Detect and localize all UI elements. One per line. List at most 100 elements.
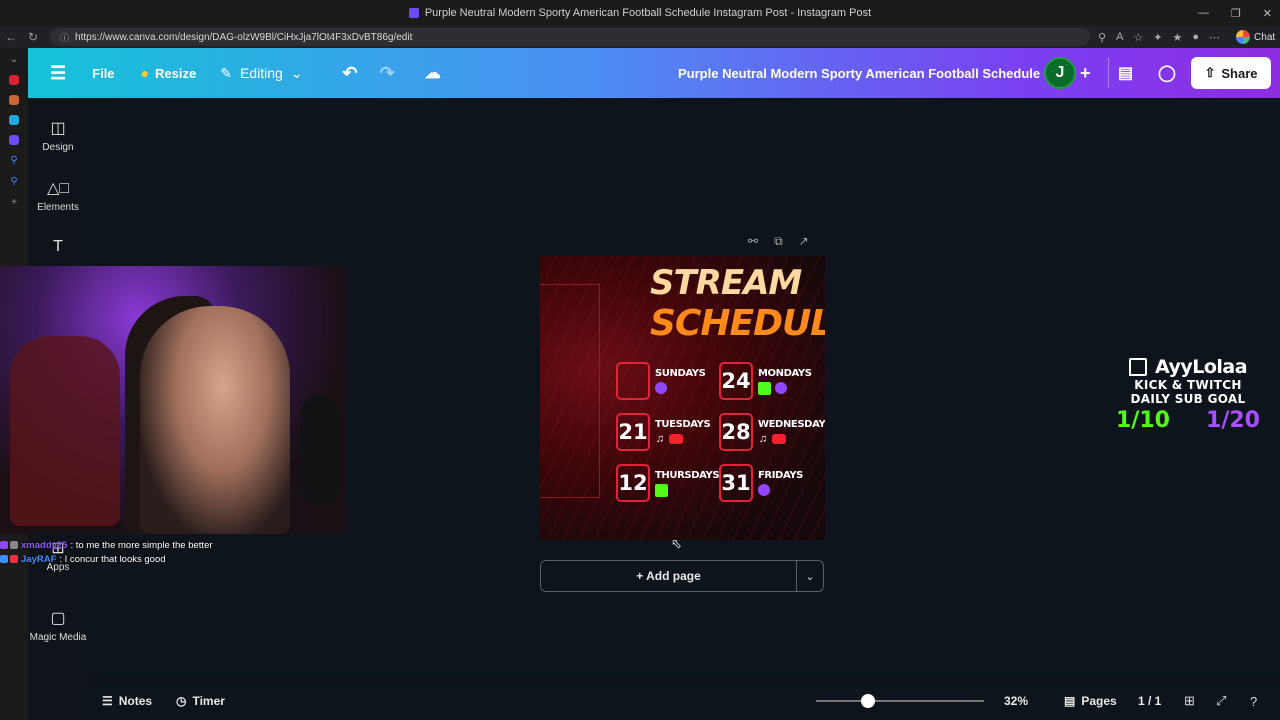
sub-goal-line: DAILY SUB GOAL	[1130, 392, 1246, 406]
edge-tab-icon[interactable]	[9, 115, 19, 125]
window-title: Purple Neutral Modern Sporty American Fo…	[424, 7, 872, 19]
tiktok-icon: ♫	[655, 433, 665, 445]
back-icon[interactable]: ←	[0, 30, 22, 44]
chat-message: JayRAF: I concur that looks good	[0, 552, 340, 566]
chevron-down-icon: ⌄	[290, 64, 303, 81]
design-page[interactable]: STREAM SCHEDULE SUNDAYS 24 MONDAYS 21 TU…	[540, 256, 825, 540]
favorite-star-icon[interactable]: ☆	[1133, 31, 1143, 44]
editing-label: Editing	[239, 65, 283, 81]
twitch-sub-count: 1/20	[1206, 408, 1260, 433]
schedule-day-thursday[interactable]: 12 THURSDAYS	[616, 464, 720, 502]
menu-icon[interactable]: ☰	[50, 63, 66, 84]
profile-icon[interactable]: ●	[1192, 31, 1199, 43]
schedule-day-friday[interactable]: 31 FRIDAYS	[719, 464, 803, 502]
sidebar-item-elements[interactable]: △□ Elements	[28, 178, 88, 213]
notes-icon: ☰	[102, 694, 113, 708]
sidebar-item-label: Magic Media	[29, 632, 87, 643]
search-tab-icon[interactable]: ⚲	[10, 155, 17, 166]
more-icon[interactable]: ⋯	[1209, 31, 1220, 44]
resize-button[interactable]: ● Resize	[141, 65, 197, 81]
cloud-saved-icon[interactable]: ☁	[425, 63, 441, 83]
pages-label: Pages	[1081, 694, 1117, 708]
sidebar-item-label: Design	[42, 142, 74, 153]
zoom-slider-handle[interactable]	[861, 694, 876, 708]
notes-button[interactable]: ☰ Notes	[102, 694, 152, 708]
title-stream[interactable]: STREAM	[650, 266, 802, 300]
day-name: SUNDAYS	[655, 368, 706, 379]
undo-button[interactable]: ↶	[343, 63, 358, 84]
duplicate-page-icon[interactable]: ⧉	[774, 234, 783, 249]
image-frame[interactable]	[540, 284, 600, 498]
divider	[1108, 58, 1109, 88]
chat-username: xmaddy25	[21, 539, 68, 551]
date-box: 28	[719, 413, 753, 451]
favorites-icon[interactable]: ★	[1173, 31, 1183, 44]
canva-top-bar: ☰ File ● Resize ✎ Editing ⌄ ↶ ↷ ☁ Purple…	[28, 48, 1280, 98]
timer-button[interactable]: ◷ Timer	[176, 694, 225, 708]
add-collaborator-button[interactable]: +	[1080, 63, 1091, 84]
badge-icon	[0, 555, 8, 563]
sidebar-item-text[interactable]: T	[28, 238, 88, 256]
youtube-tab-icon[interactable]	[9, 75, 19, 85]
page-count: 1 / 1	[1138, 694, 1162, 708]
add-page-icon[interactable]: ↗	[799, 234, 809, 249]
magic-media-icon: ▢	[50, 610, 66, 627]
file-menu-button[interactable]: File	[92, 66, 114, 81]
chevron-down-icon[interactable]: ⌄	[10, 54, 18, 65]
date-box: 12	[616, 464, 650, 502]
pencil-icon: ✎	[220, 64, 232, 81]
stream-chat-overlay: xmaddy25: to me the more simple the bett…	[0, 538, 340, 566]
address-bar: ← ↻ ⓘ https://www.canva.com/design/DAG-o…	[0, 26, 1280, 48]
pages-button[interactable]: ▤ Pages	[1064, 694, 1117, 708]
site-info-icon[interactable]: ⓘ	[60, 31, 69, 44]
date-box: 21	[616, 413, 650, 451]
chair-shape	[10, 336, 120, 526]
schedule-day-tuesday[interactable]: 21 TUESDAYS ♫	[616, 413, 711, 451]
avatar[interactable]: J	[1044, 57, 1076, 89]
reload-icon[interactable]: ↻	[22, 30, 44, 44]
canva-tab-icon[interactable]	[9, 135, 19, 145]
sidebar-item-label: Elements	[37, 202, 79, 213]
zoom-level[interactable]: 32%	[1004, 694, 1028, 708]
close-icon[interactable]: ✕	[1263, 7, 1272, 20]
add-tab-icon[interactable]: +	[11, 197, 17, 208]
fullscreen-icon[interactable]: ⤢	[1216, 693, 1226, 709]
extensions-icon[interactable]: ✦	[1153, 31, 1162, 44]
read-aloud-icon[interactable]: A	[1116, 31, 1123, 43]
twitch-icon	[758, 484, 770, 496]
document-title[interactable]: Purple Neutral Modern Sporty American Fo…	[678, 66, 1055, 81]
editing-mode-dropdown[interactable]: ✎ Editing ⌄	[220, 65, 302, 82]
comment-icon[interactable]: ◯	[1158, 63, 1176, 83]
window-controls: — ❐ ✕	[1198, 0, 1272, 26]
search-tab-icon[interactable]: ⚲	[10, 176, 17, 187]
insights-icon[interactable]: ▤	[1118, 63, 1133, 83]
microphone-icon	[300, 396, 340, 506]
streamer-shape	[140, 306, 290, 534]
zoom-slider[interactable]	[816, 694, 984, 708]
chevron-down-icon[interactable]: ⌄	[797, 570, 823, 583]
chat-text: : I concur that looks good	[59, 553, 166, 565]
sidebar-item-design[interactable]: ◫ Design	[28, 118, 88, 153]
redo-button[interactable]: ↷	[380, 63, 395, 84]
schedule-day-sunday[interactable]: SUNDAYS	[616, 362, 706, 400]
twitch-icon	[775, 382, 787, 394]
sidebar-item-magic-media[interactable]: ▢ Magic Media	[28, 608, 88, 643]
help-icon[interactable]: ?	[1250, 694, 1257, 709]
copilot-chat-button[interactable]: Chat	[1236, 30, 1275, 44]
restore-icon[interactable]: ❐	[1231, 7, 1241, 20]
tab-icon[interactable]	[9, 95, 19, 105]
title-schedule[interactable]: SCHEDULE	[650, 306, 825, 342]
lock-icon[interactable]: ⚯	[748, 234, 758, 249]
schedule-day-monday[interactable]: 24 MONDAYS	[719, 362, 812, 400]
share-button[interactable]: ⇧ Share	[1191, 57, 1271, 89]
minimize-icon[interactable]: —	[1198, 7, 1209, 19]
add-page-button[interactable]: + Add page	[541, 569, 796, 583]
kick-icon	[758, 381, 771, 395]
url-text: https://www.canva.com/design/DAG-olzW9Bl…	[75, 31, 413, 43]
grid-view-icon[interactable]: ⊞	[1184, 693, 1195, 709]
zoom-icon[interactable]: ⚲	[1098, 31, 1106, 44]
canva-favicon-icon	[408, 8, 419, 18]
chat-message: xmaddy25: to me the more simple the bett…	[0, 538, 340, 552]
schedule-day-wednesday[interactable]: 28 WEDNESDAYS ♫	[719, 413, 825, 451]
url-field[interactable]: ⓘ https://www.canva.com/design/DAG-olzW9…	[50, 28, 1090, 46]
